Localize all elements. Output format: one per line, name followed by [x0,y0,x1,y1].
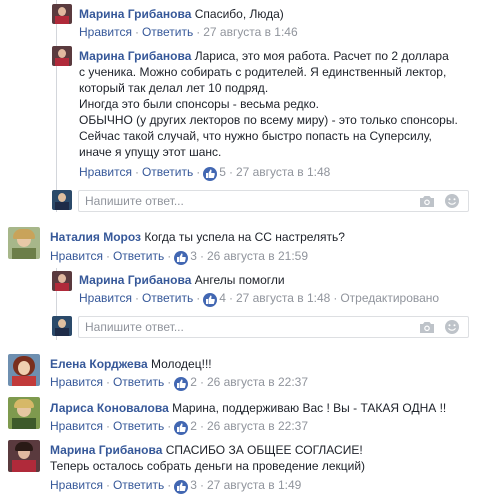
reply-link[interactable]: Ответить [113,478,164,492]
timestamp[interactable]: 26 августа в 22:37 [207,375,308,389]
like-link[interactable]: Нравится [79,165,132,179]
comment-text-line: который так делал лет 10 подряд. [79,81,269,95]
like-link[interactable]: Нравится [50,375,103,389]
avatar [52,316,72,336]
smiley-icon[interactable] [444,193,460,209]
avatar[interactable] [8,354,40,386]
like-count[interactable]: 2 [190,419,197,433]
comment-text-line: Лариса, это моя работа. Расчет по 2 долл… [194,49,449,63]
comment-actions: Нравится · Ответить · 3 · 26 августа в 21:59 [50,249,309,265]
comment-actions: Нравится · Ответить · 5 · 27 августа в 1:48 [79,165,331,181]
avatar[interactable] [52,46,72,66]
avatar[interactable] [52,4,72,24]
comment-body: Наталия Мороз Когда ты успела на СС наст… [50,229,345,245]
like-count[interactable]: 3 [190,249,197,263]
reply-link[interactable]: Ответить [142,165,193,179]
comment-body: Елена Корджева Молодец!!! [50,356,212,372]
edited-label[interactable]: Отредактировано [340,291,439,305]
like-count[interactable]: 2 [190,375,197,389]
timestamp[interactable]: 27 августа в 1:48 [236,291,330,305]
reply-link[interactable]: Ответить [113,419,164,433]
comment-text-line: иначе я упущу этот шанс. [79,145,222,159]
comment-actions: Нравится · Ответить · 27 августа в 1:46 [79,25,298,39]
comment-text-line: СПАСИБО ЗА ОБЩЕЕ СОГЛАСИЕ! [165,443,363,457]
like-count[interactable]: 5 [219,165,226,179]
comment-text: Спасибо, Люда) [194,7,284,21]
like-thumb-icon[interactable] [174,377,189,391]
author-name[interactable]: Лариса Коновалова [50,401,169,415]
reply-link[interactable]: Ответить [142,25,193,39]
timestamp[interactable]: 27 августа в 1:48 [236,165,330,179]
thread-line [56,0,57,212]
comment-actions: Нравится · Ответить · 4 · 27 августа в 1:48 · От… [79,291,440,307]
author-name[interactable]: Марина Грибанова [79,7,191,21]
like-link[interactable]: Нравится [50,419,103,433]
like-link[interactable]: Нравится [79,25,132,39]
smiley-icon[interactable] [444,319,460,335]
avatar[interactable] [8,397,40,429]
avatar[interactable] [8,227,40,259]
author-name[interactable]: Елена Корджева [50,357,148,371]
reply-input[interactable] [79,317,385,337]
comment-body: Марина Грибанова СПАСИБО ЗА ОБЩЕЕ СОГЛАС… [50,442,365,474]
comment-text-line: Сейчас такой случай, что нужно быстро по… [79,129,432,143]
like-thumb-icon[interactable] [203,167,218,181]
author-name[interactable]: Наталия Мороз [50,230,141,244]
like-count[interactable]: 3 [190,478,197,492]
comment-text: Марина, поддерживаю Вас ! Вы - ТАКАЯ ОДН… [172,401,447,415]
timestamp[interactable]: 27 августа в 1:49 [207,478,301,492]
camera-icon[interactable] [419,321,435,334]
like-thumb-icon[interactable] [174,421,189,435]
reply-link[interactable]: Ответить [113,249,164,263]
comment-text-line: ОБЫЧНО (у других лекторов по всему миру)… [79,113,458,127]
avatar [52,190,72,210]
comment-actions: Нравится · Ответить · 2 · 26 августа в 22:37 [50,419,309,435]
timestamp[interactable]: 26 августа в 22:37 [207,419,308,433]
comment-text: Когда ты успела на СС настрелять? [144,230,345,244]
timestamp[interactable]: 27 августа в 1:46 [203,25,297,39]
comment-text: Молодец!!! [150,357,212,371]
camera-icon[interactable] [419,195,435,208]
comment-text: Ангелы помогли [194,273,285,287]
reply-input[interactable] [79,191,385,211]
timestamp[interactable]: 26 августа в 21:59 [207,249,308,263]
author-name[interactable]: Марина Грибанова [79,49,191,63]
reply-link[interactable]: Ответить [142,291,193,305]
like-thumb-icon[interactable] [174,251,189,265]
like-link[interactable]: Нравится [50,478,103,492]
comment-body: Марина Грибанова Лариса, это моя работа.… [79,48,458,160]
like-link[interactable]: Нравится [79,291,132,305]
comment-text-line: Теперь осталось собрать деньги на провед… [50,459,366,473]
comment-text-line: с ученика. Можно собирать с родителей. Я… [79,65,447,79]
comment-body: Лариса Коновалова Марина, поддерживаю Ва… [50,400,446,416]
like-thumb-icon[interactable] [174,480,189,494]
comment-actions: Нравится · Ответить · 3 · 27 августа в 1:49 [50,478,302,494]
author-name[interactable]: Марина Грибанова [79,273,191,287]
avatar[interactable] [52,271,72,291]
reply-input-box[interactable] [78,316,469,338]
like-count[interactable]: 4 [219,291,226,305]
reply-link[interactable]: Ответить [113,375,164,389]
comment-text-line: Иногда это были спонсоры - весьма редко. [79,97,320,111]
comment-body: Марина Грибанова Спасибо, Люда) [79,6,284,22]
avatar[interactable] [8,440,40,472]
comment-body: Марина Грибанова Ангелы помогли [79,272,285,288]
comment-actions: Нравится · Ответить · 2 · 26 августа в 22:37 [50,375,309,391]
like-thumb-icon[interactable] [203,293,218,307]
author-name[interactable]: Марина Грибанова [50,443,162,457]
like-link[interactable]: Нравится [50,249,103,263]
reply-input-box[interactable] [78,190,469,212]
